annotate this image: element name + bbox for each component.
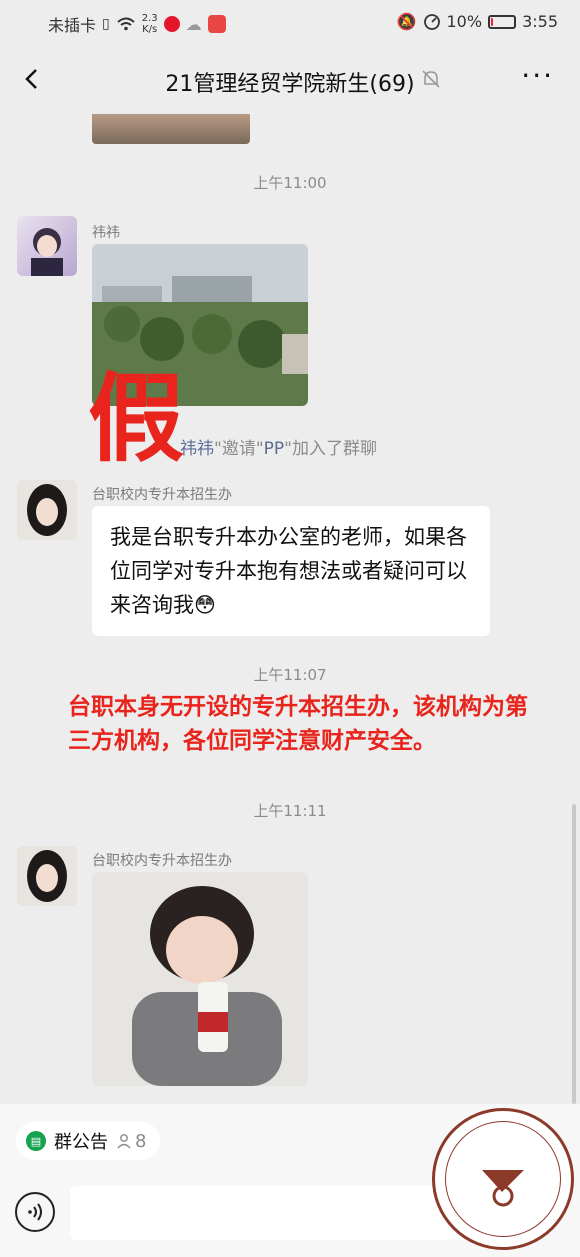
voice-icon [28, 1203, 42, 1221]
mute-icon: 🔕 [396, 12, 417, 31]
watermark-seal [432, 1108, 574, 1250]
carrier-label: 未插卡 [48, 16, 97, 35]
weibo-icon [163, 16, 180, 32]
voice-input-button[interactable] [15, 1192, 55, 1232]
speedometer-icon [423, 13, 440, 30]
sim-icon: ▯ [102, 16, 110, 32]
sender-name: 台职校内专升本招生办 [92, 853, 232, 869]
wifi-icon [117, 17, 135, 31]
timestamp: 上午11:07 [253, 666, 327, 684]
muted-bell-icon [422, 70, 440, 88]
message-bubble[interactable]: 我是台职专升本办公室的老师，如果各位同学对专升本抱有想法或者疑问可以来咨询我😳 [92, 506, 490, 636]
timestamp: 上午11:11 [253, 802, 327, 820]
battery-percent: 10% [446, 12, 483, 31]
notice-label: 群公告 [54, 1132, 108, 1153]
sender-name: 台职校内专升本招生办 [92, 487, 232, 503]
notice-icon: ▤ [26, 1131, 46, 1151]
member-count: 8 [116, 1131, 146, 1152]
group-notice-button[interactable]: ▤ 群公告 8 [16, 1122, 161, 1160]
fake-stamp: 假 [88, 363, 184, 475]
sticker-image[interactable] [92, 872, 308, 1086]
status-bar: 未插卡 ▯ 2.3 K/s ☁ 🔕 10% 3:55 [0, 0, 580, 44]
previous-image-message[interactable] [92, 114, 250, 144]
battery-icon [488, 14, 517, 29]
net-speed: 2.3 K/s [141, 13, 158, 35]
timestamp: 上午11:00 [253, 174, 327, 192]
clock: 3:55 [522, 12, 558, 31]
avatar[interactable] [17, 216, 77, 276]
avatar[interactable] [17, 480, 77, 540]
sender-name: 祎祎 [92, 225, 120, 241]
person-icon [117, 1134, 131, 1149]
system-message: 祎祎"邀请"PP"加入了群聊 [180, 439, 377, 459]
avatar[interactable] [17, 846, 77, 906]
more-options-button[interactable]: ··· [521, 62, 554, 90]
cloud-icon: ☁ [185, 14, 202, 34]
app-icon [207, 15, 226, 33]
chat-header: 21管理经贸学院新生(69) ··· [0, 44, 580, 114]
scrollbar[interactable] [572, 804, 576, 1104]
group-title: 21管理经贸学院新生(69) [165, 72, 415, 97]
warning-annotation: 台职本身无开设的专升本招生办，该机构为第三方机构，各位同学注意财产安全。 [68, 694, 528, 754]
message-list[interactable]: 上午11:00 祎祎 假 祎祎"邀请"PP"加入了群聊 台职校内专升本招生办 我… [0, 114, 580, 1104]
